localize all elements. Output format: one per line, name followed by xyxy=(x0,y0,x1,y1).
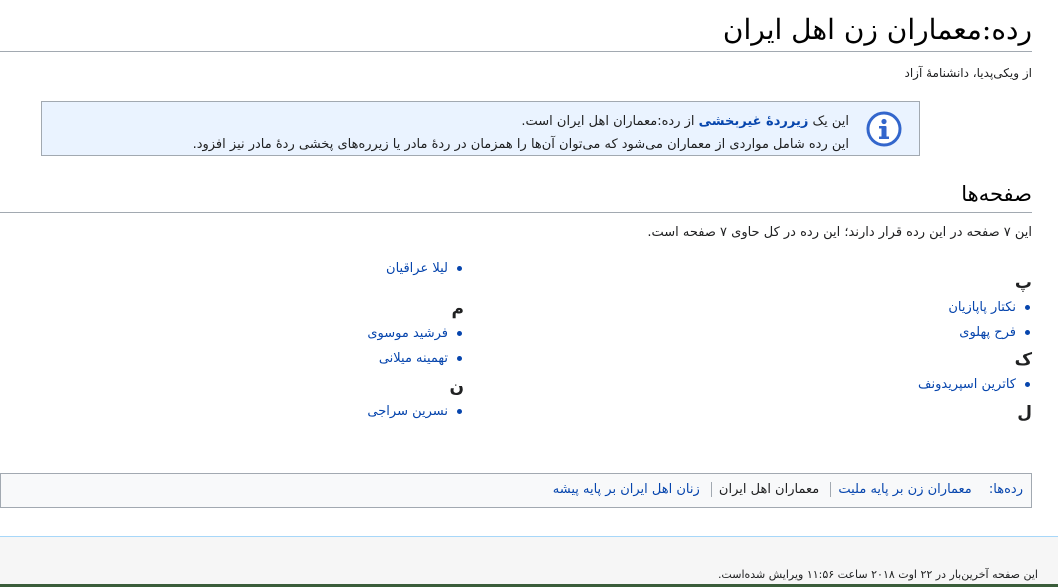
page-link[interactable]: کاترین اسپریدونف xyxy=(918,377,1016,392)
page-link[interactable]: تهمینه میلانی xyxy=(379,351,448,366)
group-list: نکتار پاپازیان فرح پهلوی xyxy=(592,295,1032,345)
bullet-icon xyxy=(457,409,462,414)
category-links-bar: رده‌ها: معماران زن بر پایه ملیت معماران … xyxy=(0,473,1032,508)
page-title: رده:معماران زن اهل ایران xyxy=(722,13,1032,46)
group-list: لیلا عراقیان xyxy=(164,256,464,281)
page-link[interactable]: نسرین سراجی xyxy=(367,404,448,419)
site-tagline: از ویکی‌پدیا، دانشنامهٔ آزاد xyxy=(904,66,1032,80)
bullet-icon xyxy=(1025,330,1030,335)
list-item: تهمینه میلانی xyxy=(164,346,464,371)
bullet-icon xyxy=(457,331,462,336)
page-link[interactable]: لیلا عراقیان xyxy=(386,261,448,276)
title-divider xyxy=(0,51,1032,52)
list-item: فرح پهلوی xyxy=(592,320,1032,345)
category-page: رده:معماران زن اهل ایران از ویکی‌پدیا، د… xyxy=(0,0,1058,587)
group-list: فرشید موسوی تهمینه میلانی xyxy=(164,321,464,371)
bullet-icon xyxy=(457,266,462,271)
category-links: رده‌ها: معماران زن بر پایه ملیت معماران … xyxy=(546,482,1023,497)
group-letter: ل xyxy=(1017,403,1032,423)
last-modified-text: این صفحه آخرین‌بار در ۲۲ اوت ۲۰۱۸ ساعت ۱… xyxy=(717,568,1038,581)
list-item: نسرین سراجی xyxy=(164,399,464,424)
list-item: فرشید موسوی xyxy=(164,321,464,346)
group-list: نسرین سراجی xyxy=(164,399,464,424)
group-letter: ن xyxy=(449,377,464,397)
list-item: نکتار پاپازیان xyxy=(592,295,1032,320)
bullet-icon xyxy=(457,356,462,361)
notice-line-1-start: این یک xyxy=(808,114,849,129)
category-link[interactable]: معماران اهل ایران xyxy=(710,482,827,497)
notice-line-1-end: از رده:معماران اهل ایران است. xyxy=(521,114,699,129)
info-icon xyxy=(866,111,902,147)
page-link[interactable]: فرشید موسوی xyxy=(367,326,448,341)
listing-column-left: لیلا عراقیان م فرشید موسوی تهمینه میلانی… xyxy=(164,256,464,424)
categories-label[interactable]: رده‌ها: xyxy=(989,482,1023,497)
group-letter: م xyxy=(451,299,464,319)
section-divider xyxy=(0,212,1032,213)
subcategory-notice: این یک زیرردهٔ غیربخشی از رده:معماران اه… xyxy=(41,101,920,156)
category-link[interactable]: زنان اهل ایران بر پایه پیشه xyxy=(546,482,707,497)
footer: این صفحه آخرین‌بار در ۲۲ اوت ۲۰۱۸ ساعت ۱… xyxy=(0,536,1058,587)
non-diffusing-subcategory-link[interactable]: زیرردهٔ غیربخشی xyxy=(699,114,809,129)
page-count-text: این ۷ صفحه در این رده قرار دارند؛ این رد… xyxy=(647,225,1032,240)
category-link[interactable]: معماران زن بر پایه ملیت xyxy=(830,482,979,497)
group-list: کاترین اسپریدونف xyxy=(592,372,1032,397)
list-item: کاترین اسپریدونف xyxy=(592,372,1032,397)
list-item: لیلا عراقیان xyxy=(164,256,464,281)
notice-line-1: این یک زیرردهٔ غیربخشی از رده:معماران اه… xyxy=(193,110,849,133)
bullet-icon xyxy=(1025,305,1030,310)
group-letter: ک xyxy=(1014,350,1032,370)
section-heading-pages: صفحه‌ها xyxy=(961,182,1032,206)
page-link[interactable]: نکتار پاپازیان xyxy=(948,300,1016,315)
group-letter: پ xyxy=(1014,273,1032,293)
notice-line-2: این رده شامل مواردی از معماران می‌شود که… xyxy=(192,137,849,152)
bullet-icon xyxy=(1025,382,1030,387)
listing-column-right: پ نکتار پاپازیان فرح پهلوی ک کاترین اسپر… xyxy=(592,256,1032,425)
notice-text: این یک زیرردهٔ غیربخشی از رده:معماران اه… xyxy=(193,110,849,156)
page-link[interactable]: فرح پهلوی xyxy=(959,325,1016,340)
